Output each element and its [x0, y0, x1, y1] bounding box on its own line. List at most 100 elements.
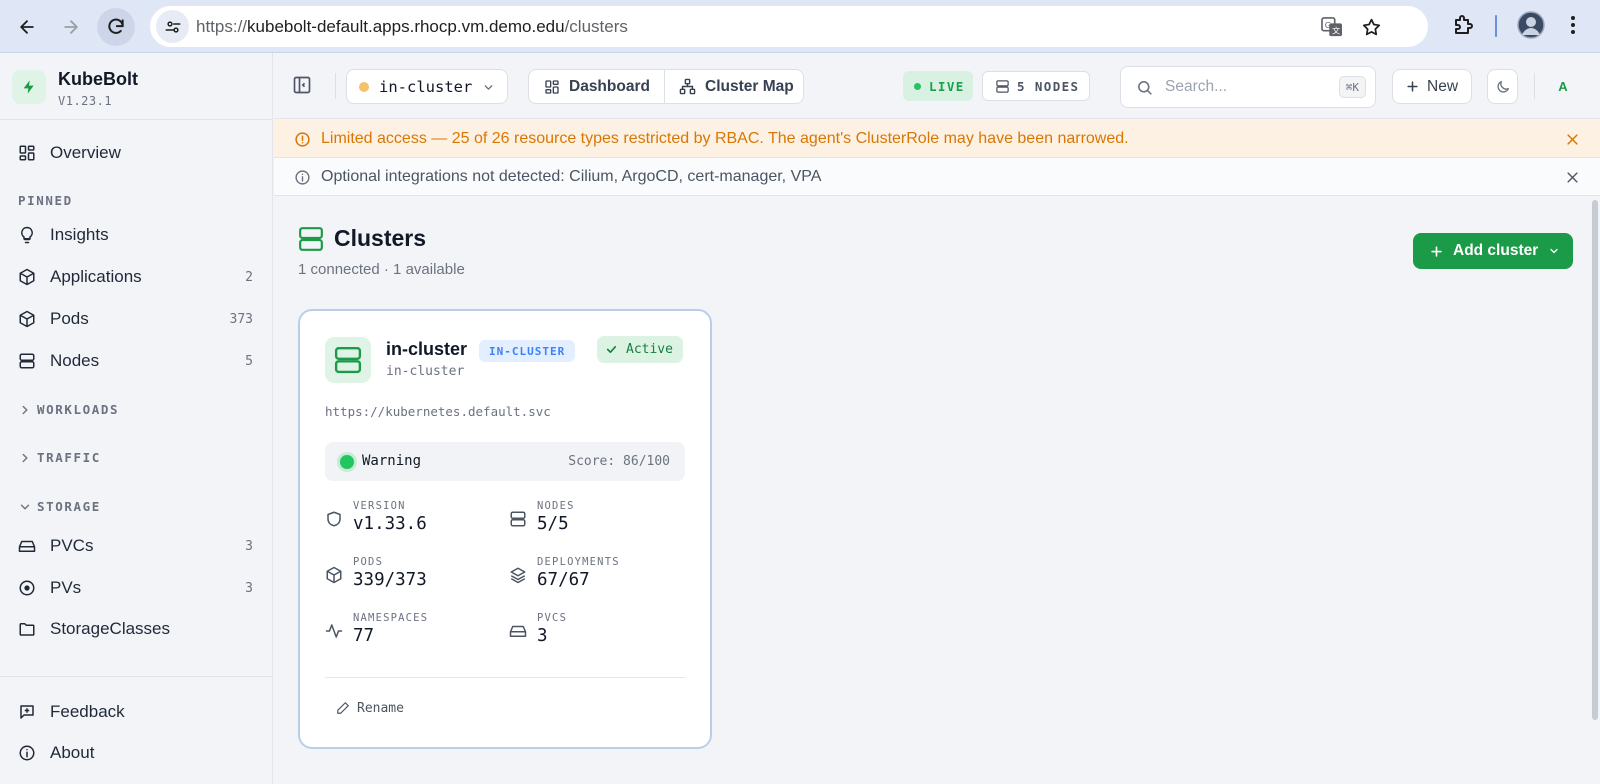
sidebar-item-feedback[interactable]: Feedback: [8, 693, 265, 731]
toolbar-divider: [1495, 15, 1497, 37]
stat-deployments: DEPLOYMENTS 67/67: [509, 556, 679, 600]
sidebar-section-traffic[interactable]: TRAFFIC: [18, 450, 101, 465]
forward-button[interactable]: [52, 8, 90, 46]
info-icon: [295, 170, 310, 185]
sidebar-item-overview[interactable]: Overview: [8, 134, 265, 172]
svg-text:文: 文: [1332, 25, 1340, 35]
search-shortcut: ⌘K: [1338, 76, 1366, 98]
puzzle-icon: [1455, 15, 1473, 34]
extensions-button[interactable]: [1452, 13, 1476, 37]
bolt-icon: [12, 70, 46, 104]
nodes-indicator[interactable]: 5 NODES: [982, 71, 1090, 101]
rename-label: Rename: [357, 700, 404, 716]
live-indicator: LIVE: [903, 71, 973, 101]
bookmark-button[interactable]: [1361, 17, 1382, 38]
sidebar-section-workloads[interactable]: WORKLOADS: [18, 402, 119, 417]
sidebar-toggle-button[interactable]: [292, 75, 312, 95]
sidebar-item-pvs[interactable]: PVs 3: [8, 569, 265, 607]
stat-value: 3: [537, 626, 548, 646]
in-cluster-badge: IN-CLUSTER: [479, 340, 576, 362]
new-button[interactable]: New: [1392, 69, 1472, 104]
plus-icon: [1407, 81, 1418, 92]
sidebar-item-label: Insights: [50, 225, 109, 244]
stat-version: VERSION v1.33.6: [325, 500, 495, 544]
address-bar[interactable]: https://kubebolt-default.apps.rhocp.vm.d…: [150, 6, 1428, 47]
sidebar-item-storageclasses[interactable]: StorageClasses: [8, 610, 265, 648]
activity-icon: [325, 624, 343, 638]
shield-icon: [327, 511, 341, 527]
chevron-down-icon: [1550, 248, 1558, 254]
profile-avatar[interactable]: [1517, 11, 1545, 39]
scrollbar-thumb[interactable]: [1592, 200, 1598, 720]
app-topbar: in-cluster Dashboard Cluster Map LIVE 5 …: [274, 53, 1600, 119]
sidebar-item-pods[interactable]: Pods 373: [8, 300, 265, 338]
server-icon: [299, 227, 323, 251]
add-cluster-label: Add cluster: [1453, 242, 1539, 259]
brand[interactable]: KubeBolt V1.23.1: [12, 67, 262, 117]
layers-icon: [510, 567, 526, 584]
sidebar-item-label: About: [50, 743, 95, 762]
theme-toggle-button[interactable]: [1487, 69, 1518, 104]
chevron-down-icon: [20, 504, 30, 510]
translate-button[interactable]: G文: [1321, 17, 1343, 37]
page-title: Clusters: [334, 225, 427, 251]
cluster-selector-label: in-cluster: [379, 77, 473, 96]
sidebar-item-count: 3: [245, 580, 253, 596]
sidebar-item-insights[interactable]: Insights: [8, 216, 265, 254]
cluster-selector[interactable]: in-cluster: [346, 69, 508, 104]
new-button-label: New: [1427, 77, 1459, 95]
cube-icon: [326, 566, 342, 584]
tab-dashboard-label: Dashboard: [569, 77, 650, 95]
sidebar-divider: [0, 119, 273, 120]
server-icon: [510, 511, 526, 527]
sidebar-section-storage[interactable]: STORAGE: [18, 499, 101, 514]
stat-pvcs: PVCS 3: [509, 612, 679, 656]
moon-icon: [1496, 80, 1509, 93]
main-scrollbar[interactable]: [1590, 196, 1600, 784]
sidebar-item-nodes[interactable]: Nodes 5: [8, 342, 265, 380]
rename-button[interactable]: Rename: [336, 698, 404, 718]
reload-button[interactable]: [97, 8, 135, 46]
cluster-card[interactable]: in-cluster IN-CLUSTER in-cluster Active …: [298, 309, 712, 749]
translate-icon: G文: [1321, 17, 1342, 37]
reload-icon: [108, 18, 124, 34]
pencil-icon: [337, 702, 349, 714]
stat-nodes: NODES 5/5: [509, 500, 679, 544]
user-avatar[interactable]: A: [1550, 73, 1576, 99]
sidebar-item-count: 2: [245, 269, 253, 285]
stat-label: VERSION: [353, 500, 406, 512]
integrations-info-banner: Optional integrations not detected: Cili…: [274, 158, 1600, 196]
browser-menu-button[interactable]: [1569, 13, 1577, 37]
site-settings-button[interactable]: [156, 10, 189, 43]
stat-label: PODS: [353, 556, 384, 568]
tab-dashboard[interactable]: Dashboard: [529, 70, 664, 103]
check-icon: [606, 345, 617, 354]
feedback-icon: [20, 705, 34, 719]
health-score: Score: 86/100: [568, 454, 670, 469]
alert-circle-icon: [295, 132, 310, 147]
tab-cluster-map[interactable]: Cluster Map: [665, 70, 805, 103]
sidebar-item-applications[interactable]: Applications 2: [8, 258, 265, 296]
back-button[interactable]: [8, 8, 46, 46]
search-input[interactable]: Search... ⌘K: [1120, 66, 1376, 108]
stat-pods: PODS 339/373: [325, 556, 495, 600]
close-icon[interactable]: [1565, 170, 1580, 185]
network-icon: [679, 78, 696, 95]
arrow-right-icon: [64, 20, 78, 34]
stat-value: 77: [353, 626, 375, 646]
tune-icon: [165, 20, 180, 33]
add-cluster-button[interactable]: Add cluster: [1413, 233, 1573, 269]
cluster-context: in-cluster: [386, 364, 465, 379]
close-icon[interactable]: [1565, 132, 1580, 147]
folder-icon: [19, 623, 35, 636]
view-switcher: Dashboard Cluster Map: [528, 69, 804, 104]
sidebar-item-pvcs[interactable]: PVCs 3: [8, 527, 265, 565]
arrow-left-icon: [20, 20, 34, 34]
sidebar-item-about[interactable]: About: [8, 734, 265, 772]
dashboard-icon: [545, 79, 559, 94]
more-vertical-icon: [1571, 16, 1575, 34]
warning-banner-text: Limited access — 25 of 26 resource types…: [321, 129, 1129, 147]
stat-label: PVCS: [537, 612, 568, 624]
chevron-down-icon: [484, 85, 493, 91]
cube-icon: [19, 310, 35, 328]
